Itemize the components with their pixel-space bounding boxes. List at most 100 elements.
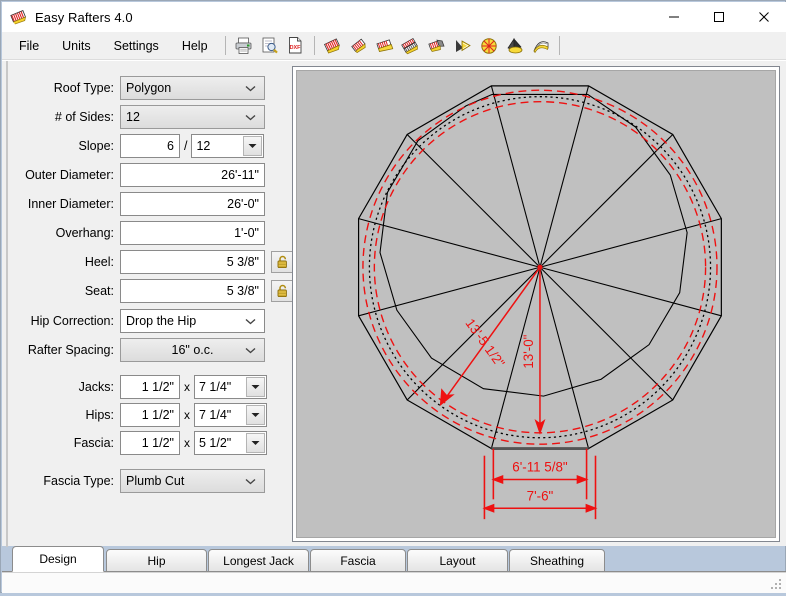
chevron-down-icon: [245, 470, 256, 492]
hip-correction-value: Drop the Hip: [126, 314, 197, 328]
field-row-rafter-spacing: Rafter Spacing: 16" o.c.: [16, 338, 265, 362]
slope-rise-input[interactable]: 6: [120, 134, 180, 158]
field-row-hip-correction: Hip Correction: Drop the Hip: [16, 309, 265, 333]
hips-width-value: 7 1/4": [199, 408, 232, 422]
overhang-label: Overhang:: [55, 226, 114, 240]
menu-item-help[interactable]: Help: [171, 35, 219, 57]
rafter-stack-icon[interactable]: [399, 34, 423, 58]
roof-plan-canvas[interactable]: 13'-0" 13'-5 1/2" 6'-11 5/8" 7'-6": [296, 70, 776, 538]
tab-layout[interactable]: Layout: [407, 549, 508, 572]
rafter-plain-icon[interactable]: [347, 34, 371, 58]
hips-width-combo[interactable]: 7 1/4": [194, 403, 267, 427]
roof-type-label: Roof Type:: [53, 81, 114, 95]
field-row-fascia-type: Fascia Type: Plumb Cut: [16, 469, 265, 493]
rafter-icon: [9, 7, 29, 27]
rafter-spacing-combo[interactable]: 16" o.c.: [120, 338, 265, 362]
rafter-spacing-label: Rafter Spacing:: [27, 343, 114, 357]
fascia-thickness-input[interactable]: 1 1/2": [120, 431, 180, 455]
window-title: Easy Rafters 4.0: [35, 9, 133, 25]
unlocked-padlock-icon[interactable]: [271, 251, 293, 273]
rafter-yellow-icon[interactable]: [373, 34, 397, 58]
hips-label: Hips:: [85, 408, 114, 422]
slope-label: Slope:: [78, 139, 114, 153]
cone-roof-icon[interactable]: [503, 34, 527, 58]
design-parameters-panel: Roof Type: Polygon # of Sides: 12 Slope:…: [2, 61, 293, 547]
field-row-inner-diameter: Inner Diameter: 26'-0": [16, 192, 265, 216]
tab-bar: Design Hip Longest Jack Fascia Layout Sh…: [2, 546, 786, 572]
menu-item-file[interactable]: File: [8, 35, 50, 57]
dropdown-arrow-icon[interactable]: [246, 405, 265, 425]
hips-separator: x: [184, 408, 190, 422]
toolbar-separator-3: [558, 36, 560, 55]
dropdown-arrow-icon[interactable]: [243, 136, 263, 156]
tab-label: Design: [39, 552, 77, 566]
jacks-width-combo[interactable]: 7 1/4": [194, 375, 267, 399]
fan-icon[interactable]: [451, 34, 475, 58]
menu-item-settings[interactable]: Settings: [103, 35, 170, 57]
jacks-width-value: 7 1/4": [199, 380, 232, 394]
sides-combo[interactable]: 12: [120, 105, 265, 129]
tab-fascia[interactable]: Fascia: [310, 549, 406, 572]
hips-thickness-input[interactable]: 1 1/2": [120, 403, 180, 427]
toolbar-separator-2: [313, 36, 315, 55]
slope-separator: /: [184, 139, 188, 153]
title-bar: Easy Rafters 4.0: [2, 2, 786, 32]
rafter-cut-icon[interactable]: [425, 34, 449, 58]
chevron-down-icon: [245, 77, 256, 99]
seat-input[interactable]: 5 3/8": [120, 279, 265, 303]
fascia-width-value: 5 1/2": [199, 436, 232, 450]
roof-plan-svg: 13'-0" 13'-5 1/2" 6'-11 5/8" 7'-6": [357, 85, 722, 520]
tab-longest-jack[interactable]: Longest Jack: [208, 549, 309, 572]
field-row-outer-diameter: Outer Diameter: 26'-11": [16, 163, 265, 187]
print-preview-icon[interactable]: [258, 34, 282, 58]
dropdown-arrow-icon[interactable]: [246, 433, 265, 453]
print-icon[interactable]: [232, 34, 256, 58]
fascia-type-label: Fascia Type:: [43, 474, 114, 488]
roof-type-value: Polygon: [126, 81, 172, 95]
outer-diameter-input[interactable]: 26'-11": [120, 163, 265, 187]
curve-roof-icon[interactable]: [529, 34, 553, 58]
status-bar: [2, 572, 786, 593]
jacks-thickness-input[interactable]: 1 1/2": [120, 375, 180, 399]
menu-bar: File Units Settings Help DXF: [2, 32, 786, 60]
polygon-roof-icon[interactable]: [477, 34, 501, 58]
hip-correction-combo[interactable]: Drop the Hip: [120, 309, 265, 333]
field-row-seat: Seat: 5 3/8": [16, 279, 293, 303]
inner-diameter-label: Inner Diameter:: [27, 197, 114, 211]
fascia-type-value: Plumb Cut: [126, 474, 185, 488]
rafter-spacing-value: 16" o.c.: [171, 343, 214, 357]
dxf-export-icon[interactable]: DXF: [284, 34, 308, 58]
jacks-separator: x: [184, 380, 190, 394]
unlocked-padlock-icon[interactable]: [271, 280, 293, 302]
application-window: Easy Rafters 4.0 File Units Settings Hel…: [0, 0, 786, 593]
minimize-icon[interactable]: [651, 2, 696, 32]
resize-grip-icon[interactable]: [770, 578, 783, 591]
menu-item-units[interactable]: Units: [51, 35, 101, 57]
overhang-input[interactable]: 1'-0": [120, 221, 265, 245]
window-controls: [651, 2, 786, 32]
drawing-panel: 13'-0" 13'-5 1/2" 6'-11 5/8" 7'-6": [292, 66, 780, 542]
maximize-icon[interactable]: [696, 2, 741, 32]
fascia-type-combo[interactable]: Plumb Cut: [120, 469, 265, 493]
roof-type-combo[interactable]: Polygon: [120, 76, 265, 100]
tab-label: Layout: [439, 553, 476, 568]
tab-hip[interactable]: Hip: [106, 549, 207, 572]
field-row-slope: Slope: 6 / 12: [16, 134, 265, 158]
rafter-red-icon[interactable]: [321, 34, 345, 58]
fascia-label: Fascia:: [73, 436, 114, 450]
chevron-down-icon: [245, 106, 256, 128]
sides-value: 12: [126, 110, 140, 124]
seat-label: Seat:: [84, 284, 114, 298]
close-icon[interactable]: [741, 2, 786, 32]
tab-design[interactable]: Design: [12, 546, 104, 572]
slope-run-combo[interactable]: 12: [191, 134, 265, 158]
heel-input[interactable]: 5 3/8": [120, 250, 265, 274]
inner-diameter-input[interactable]: 26'-0": [120, 192, 265, 216]
fascia-separator: x: [184, 436, 190, 450]
jacks-label: Jacks:: [78, 380, 114, 394]
chevron-down-icon: [245, 310, 256, 332]
fascia-width-combo[interactable]: 5 1/2": [194, 431, 267, 455]
hip-correction-label: Hip Correction:: [30, 314, 114, 328]
dropdown-arrow-icon[interactable]: [246, 377, 265, 397]
tab-sheathing[interactable]: Sheathing: [509, 549, 605, 572]
